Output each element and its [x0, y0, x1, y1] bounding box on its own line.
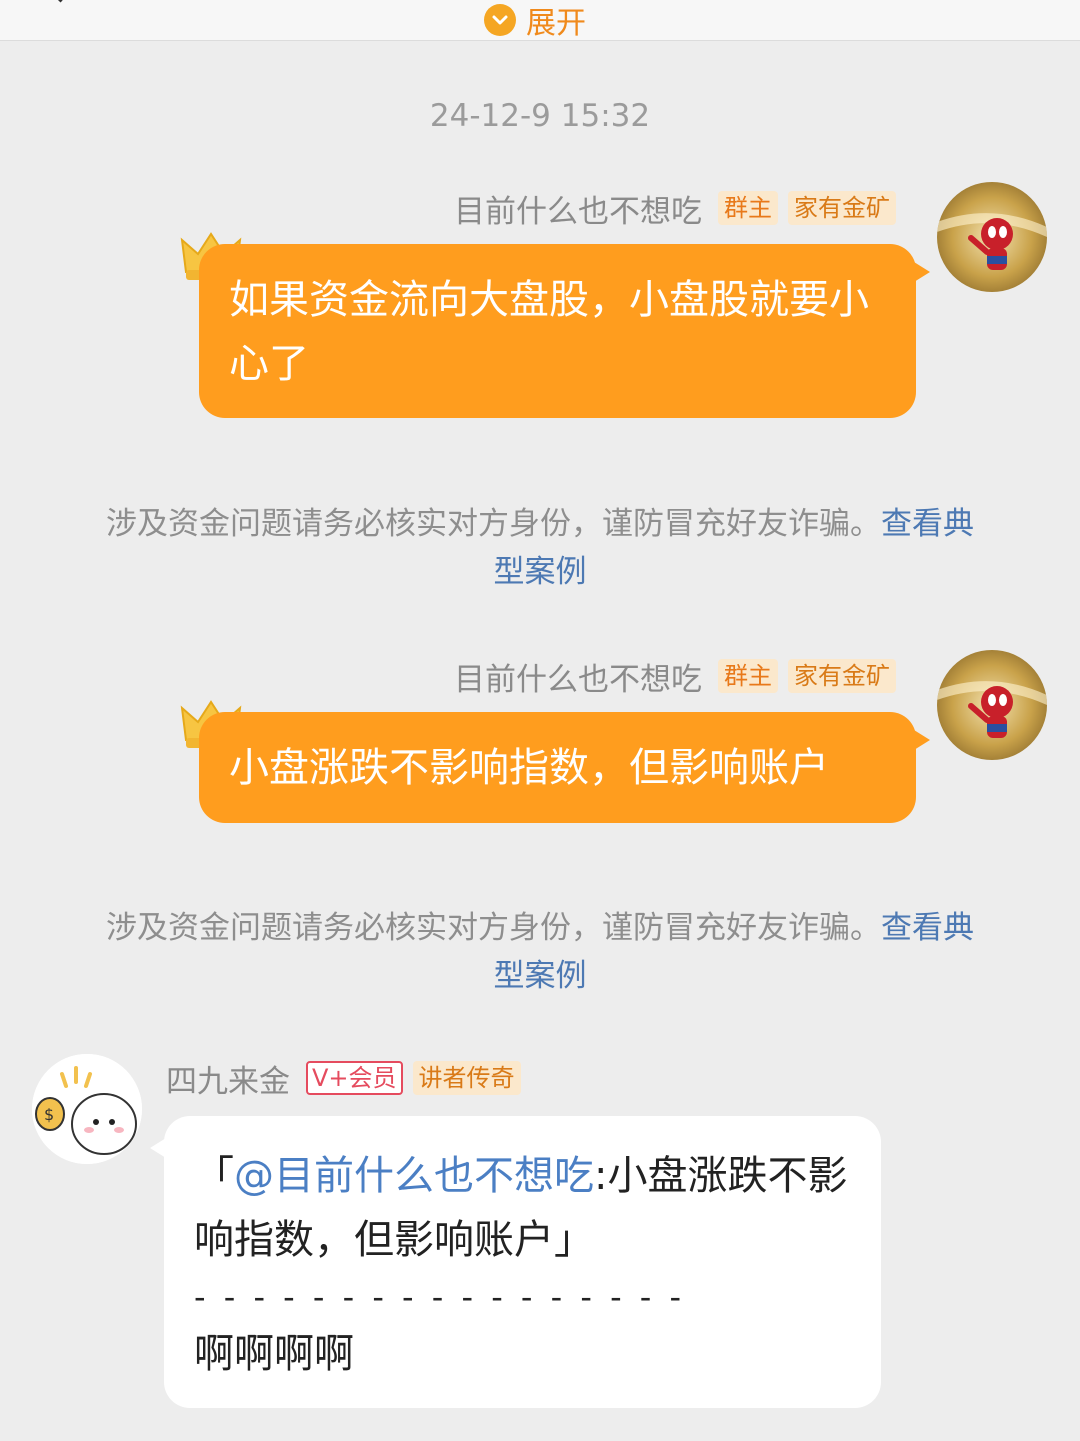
- title-badge: 讲者传奇: [412, 1061, 521, 1095]
- vip-member-badge: V+会员: [306, 1061, 403, 1095]
- group-owner-badge: 群主: [718, 191, 778, 225]
- chevron-down-icon: [484, 4, 516, 36]
- quote-open: 「: [194, 1153, 234, 1199]
- notice-text: 涉及资金问题请务必核实对方身份，谨防冒充好友诈骗。: [106, 910, 881, 946]
- group-owner-badge: 群主: [718, 659, 778, 693]
- fraud-notice: 涉及资金问题请务必核实对方身份，谨防冒充好友诈骗。查看典型案例: [100, 904, 980, 1000]
- message-text: 啊啊啊啊: [194, 1331, 354, 1377]
- message-bubble[interactable]: 「@目前什么也不想吃:小盘涨跌不影响指数，但影响账户」 - - - - - - …: [150, 1116, 881, 1408]
- mention-link[interactable]: @目前什么也不想吃: [234, 1153, 594, 1199]
- message-text: 小盘涨跌不影响指数，但影响账户: [229, 745, 829, 791]
- fraud-notice: 涉及资金问题请务必核实对方身份，谨防冒充好友诈骗。查看典型案例: [100, 500, 980, 596]
- quote-divider: - - - - - - - - - - - - - - - - -: [194, 1278, 686, 1316]
- avatar[interactable]: [937, 182, 1047, 292]
- sender-line: 目前什么也不想吃 群主 家有金矿: [454, 186, 896, 231]
- message-bubble[interactable]: 如果资金流向大盘股，小盘股就要小心了: [199, 244, 930, 418]
- sender-name[interactable]: 四九来金: [166, 1056, 290, 1101]
- avatar[interactable]: [937, 650, 1047, 760]
- top-bar: 展开: [0, 0, 1080, 41]
- quoted-message[interactable]: 「@目前什么也不想吃:小盘涨跌不影响指数，但影响账户」: [194, 1144, 851, 1272]
- expand-button[interactable]: 展开: [484, 2, 586, 41]
- message-text: 如果资金流向大盘股，小盘股就要小心了: [229, 277, 869, 387]
- sender-name[interactable]: 目前什么也不想吃: [454, 186, 702, 231]
- notice-text: 涉及资金问题请务必核实对方身份，谨防冒充好友诈骗。: [106, 506, 881, 542]
- back-icon[interactable]: [48, 0, 73, 3]
- sender-line: 目前什么也不想吃 群主 家有金矿: [454, 654, 896, 699]
- quote-close: 」: [554, 1217, 594, 1263]
- message-bubble[interactable]: 小盘涨跌不影响指数，但影响账户: [199, 712, 930, 823]
- sender-name[interactable]: 目前什么也不想吃: [454, 654, 702, 699]
- title-badge: 家有金矿: [788, 659, 896, 693]
- title-badge: 家有金矿: [788, 191, 896, 225]
- message-timestamp: 24-12-9 15:32: [429, 98, 651, 134]
- avatar[interactable]: $: [32, 1054, 142, 1164]
- svg-text:$: $: [44, 1105, 54, 1124]
- expand-label: 展开: [526, 6, 586, 41]
- sender-line: 四九来金 V+会员 讲者传奇: [166, 1056, 521, 1101]
